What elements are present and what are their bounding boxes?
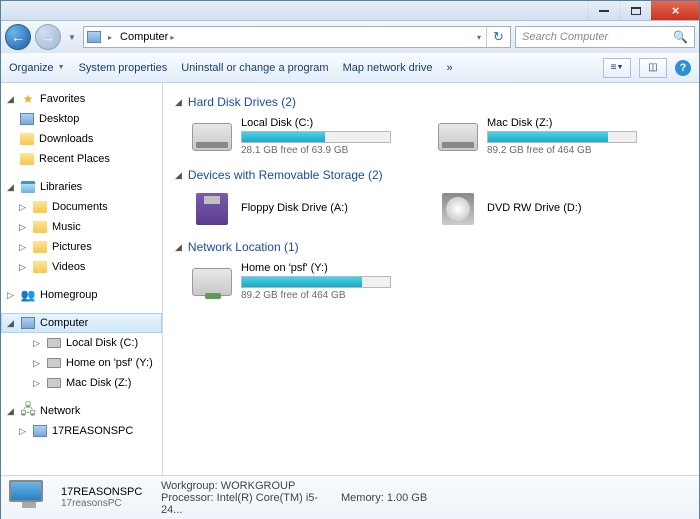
preview-pane-button[interactable]: ◫	[639, 58, 667, 78]
space-bar	[241, 276, 391, 288]
system-properties-button[interactable]: System properties	[79, 62, 168, 74]
hdd-icon	[437, 118, 479, 156]
sidebar-desktop[interactable]: Desktop	[1, 109, 162, 129]
network-icon: 🖧	[20, 403, 36, 419]
drive-local-disk-c[interactable]: Local Disk (C:) 28.1 GB free of 63.9 GB	[191, 117, 421, 156]
sidebar-documents[interactable]: ▷Documents	[1, 197, 162, 217]
netdrive-icon	[191, 263, 233, 301]
sidebar-computer[interactable]: ◢Computer	[1, 313, 162, 333]
sidebar-mac-disk-z[interactable]: ▷Mac Disk (Z:)	[1, 373, 162, 393]
computer-icon	[20, 315, 36, 331]
forward-button[interactable]: →	[35, 24, 61, 50]
sidebar-pictures[interactable]: ▷Pictures	[1, 237, 162, 257]
sidebar-home-psf-y[interactable]: ▷Home on 'psf' (Y:)	[1, 353, 162, 373]
window-titlebar: ×	[1, 1, 699, 21]
hdd-icon	[191, 118, 233, 156]
recent-icon	[19, 151, 35, 167]
address-history[interactable]: ▾	[472, 33, 486, 42]
details-workgroup: Workgroup: WORKGROUP	[161, 480, 331, 492]
content-pane: ◢Hard Disk Drives (2) Local Disk (C:) 28…	[163, 83, 699, 475]
floppy-icon	[191, 190, 233, 228]
back-button[interactable]: ←	[5, 24, 31, 50]
desktop-icon	[19, 111, 35, 127]
command-bar: Organize▼ System properties Uninstall or…	[1, 53, 699, 83]
details-domain: 17reasonsPC	[61, 498, 151, 509]
sidebar-videos[interactable]: ▷Videos	[1, 257, 162, 277]
refresh-button[interactable]: ↻	[486, 27, 510, 47]
sidebar-music[interactable]: ▷Music	[1, 217, 162, 237]
homegroup-icon: 👥	[20, 287, 36, 303]
breadcrumb-root[interactable]: ▸	[104, 27, 116, 47]
address-bar[interactable]: ▸ Computer▸ ▾ ↻	[83, 26, 511, 48]
help-button[interactable]: ?	[675, 60, 691, 76]
favorites-group[interactable]: ◢★Favorites	[1, 89, 162, 109]
star-icon: ★	[20, 91, 36, 107]
view-options-button[interactable]: ≡ ▼	[603, 58, 631, 78]
folder-icon	[19, 131, 35, 147]
search-input[interactable]: Search Computer🔍	[515, 26, 695, 48]
breadcrumb-computer[interactable]: Computer▸	[116, 27, 178, 47]
drive-icon	[46, 375, 62, 391]
music-icon	[32, 219, 48, 235]
dvd-icon	[437, 190, 479, 228]
homegroup-group[interactable]: ▷👥Homegroup	[1, 285, 162, 305]
network-group[interactable]: ◢🖧Network	[1, 401, 162, 421]
netdrive-icon	[46, 355, 62, 371]
details-memory: Memory: 1.00 GB	[341, 492, 427, 504]
videos-icon	[32, 259, 48, 275]
section-network-location[interactable]: ◢Network Location (1)	[175, 240, 687, 254]
uninstall-program-button[interactable]: Uninstall or change a program	[181, 62, 328, 74]
history-dropdown[interactable]: ▼	[65, 33, 79, 42]
pictures-icon	[32, 239, 48, 255]
search-icon: 🔍	[673, 30, 688, 44]
space-bar	[487, 131, 637, 143]
libraries-icon	[20, 179, 36, 195]
navigation-pane: ◢★Favorites Desktop Downloads Recent Pla…	[1, 83, 163, 475]
nav-bar: ← → ▼ ▸ Computer▸ ▾ ↻ Search Computer🔍	[1, 21, 699, 53]
more-commands[interactable]: »	[446, 62, 452, 74]
close-button[interactable]: ×	[651, 1, 699, 20]
section-removable-storage[interactable]: ◢Devices with Removable Storage (2)	[175, 168, 687, 182]
details-name: 17REASONSPC	[61, 486, 151, 498]
details-pane: 17REASONSPC 17reasonsPC Workgroup: WORKG…	[1, 475, 699, 519]
sidebar-recent-places[interactable]: Recent Places	[1, 149, 162, 169]
drive-floppy-a[interactable]: Floppy Disk Drive (A:)	[191, 190, 421, 228]
maximize-button[interactable]	[619, 1, 651, 20]
minimize-button[interactable]	[587, 1, 619, 20]
sidebar-downloads[interactable]: Downloads	[1, 129, 162, 149]
sidebar-local-disk-c[interactable]: ▷Local Disk (C:)	[1, 333, 162, 353]
section-hard-disk-drives[interactable]: ◢Hard Disk Drives (2)	[175, 95, 687, 109]
space-bar	[241, 131, 391, 143]
computer-large-icon	[9, 480, 51, 516]
organize-menu[interactable]: Organize▼	[9, 62, 65, 74]
map-network-drive-button[interactable]: Map network drive	[343, 62, 433, 74]
drive-icon	[46, 335, 62, 351]
libraries-group[interactable]: ◢Libraries	[1, 177, 162, 197]
documents-icon	[32, 199, 48, 215]
computer-icon	[84, 31, 104, 43]
drive-mac-disk-z[interactable]: Mac Disk (Z:) 89.2 GB free of 464 GB	[437, 117, 667, 156]
drive-dvd-d[interactable]: DVD RW Drive (D:)	[437, 190, 667, 228]
sidebar-network-pc[interactable]: ▷17REASONSPC	[1, 421, 162, 441]
pc-icon	[32, 423, 48, 439]
drive-home-psf-y[interactable]: Home on 'psf' (Y:) 89.2 GB free of 464 G…	[191, 262, 421, 301]
details-processor: Processor: Intel(R) Core(TM) i5-24...	[161, 492, 331, 516]
